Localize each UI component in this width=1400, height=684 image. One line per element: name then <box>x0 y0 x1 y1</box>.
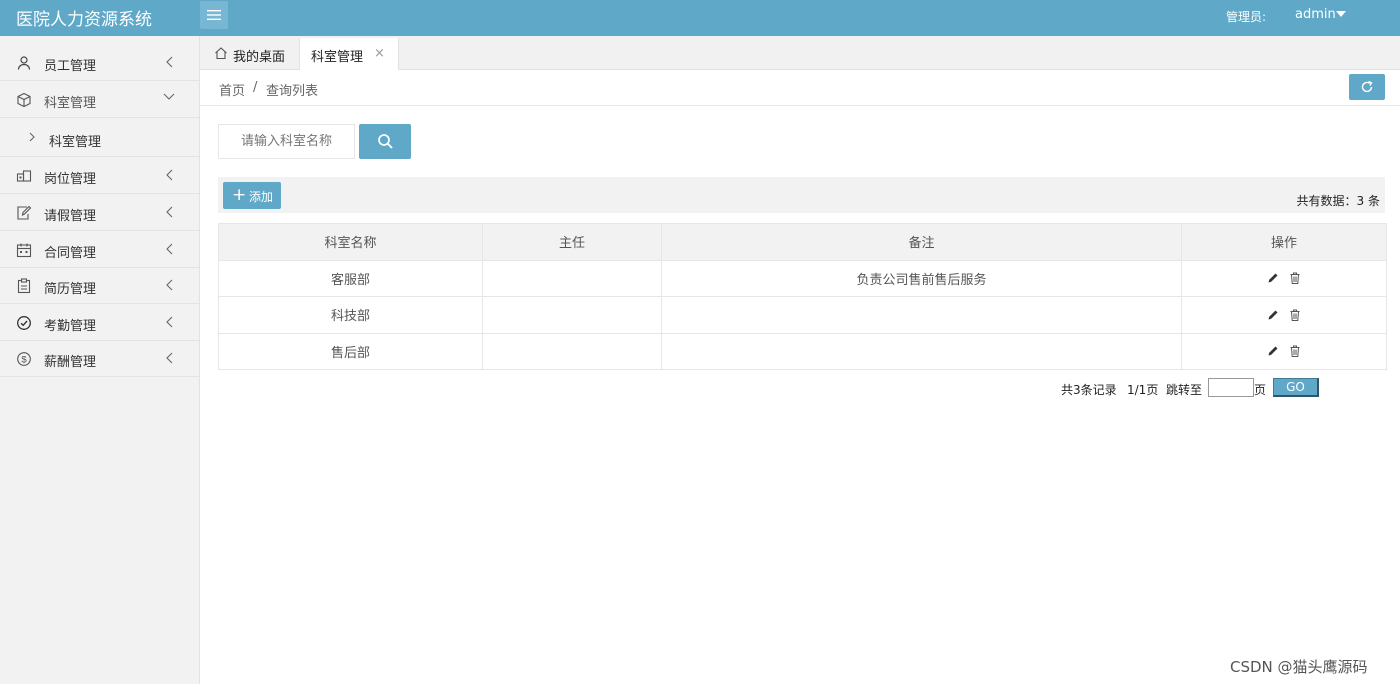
chevron-left-icon <box>166 206 173 218</box>
sidebar-subitem-department[interactable]: 科室管理 <box>0 119 199 157</box>
refresh-button[interactable] <box>1349 74 1385 100</box>
cell-actions <box>1181 332 1387 370</box>
pagination-summary: 共3条记录 <box>1061 383 1117 397</box>
sidebar-item-label: 请假管理 <box>44 209 97 224</box>
calendar-icon <box>16 242 32 258</box>
cell-name: 科技部 <box>218 296 483 334</box>
close-icon[interactable]: × <box>374 46 385 61</box>
chevron-down-icon <box>163 93 175 100</box>
sidebar-item-employee[interactable]: 员工管理 <box>0 45 199 81</box>
sidebar-item-contract[interactable]: 合同管理 <box>0 232 199 268</box>
cell-director <box>482 296 662 334</box>
edit-icon[interactable] <box>1266 271 1280 285</box>
sidebar-item-resume[interactable]: 简历管理 <box>0 268 199 304</box>
cell-name: 客服部 <box>218 259 483 297</box>
breadcrumb-home[interactable]: 首页 <box>219 80 245 99</box>
tab-label: 我的桌面 <box>233 50 286 65</box>
sidebar-item-attendance[interactable]: 考勤管理 <box>0 305 199 341</box>
table-row: 科技部 <box>218 296 1387 334</box>
sidebar-item-department[interactable]: 科室管理 <box>0 82 199 118</box>
column-header-note: 备注 <box>661 223 1182 261</box>
add-button-label: 添加 <box>249 190 274 204</box>
cube-icon <box>16 92 32 108</box>
top-header: 医院人力资源系统 管理员: admin <box>0 0 1400 36</box>
plus-icon: + <box>232 185 247 205</box>
pagination-jump-label: 跳转至 <box>1166 383 1203 397</box>
cell-note <box>661 332 1182 370</box>
sidebar-item-leave[interactable]: 请假管理 <box>0 195 199 231</box>
chevron-left-icon <box>166 352 173 364</box>
column-header-director: 主任 <box>482 223 662 261</box>
chevron-right-icon <box>29 132 35 142</box>
page-jump-input[interactable] <box>1208 378 1254 397</box>
sidebar-item-label: 科室管理 <box>44 96 97 111</box>
column-header-name: 科室名称 <box>218 223 483 261</box>
table-row: 客服部 负责公司售前售后服务 <box>218 259 1387 297</box>
refresh-icon <box>1361 80 1373 93</box>
chevron-left-icon <box>166 243 173 255</box>
sidebar-item-position[interactable]: 岗位管理 <box>0 158 199 194</box>
dollar-circle-icon: $ <box>16 351 32 367</box>
cell-director <box>482 332 662 370</box>
user-icon <box>16 55 32 71</box>
tab-bar: 我的桌面 科室管理 × <box>200 36 1400 70</box>
sidebar-item-label: 员工管理 <box>44 59 97 74</box>
cell-actions <box>1181 259 1387 297</box>
building-icon <box>16 168 32 184</box>
chevron-left-icon <box>166 56 173 68</box>
trash-icon[interactable] <box>1288 344 1302 358</box>
clipboard-icon <box>16 278 32 294</box>
caret-down-icon[interactable] <box>1336 11 1346 17</box>
breadcrumb-current: 查询列表 <box>266 84 319 99</box>
pagination-page-suffix: 页 <box>1254 383 1267 397</box>
cell-note: 负责公司售前售后服务 <box>661 259 1182 297</box>
edit-icon[interactable] <box>1266 308 1280 322</box>
sidebar-item-label: 合同管理 <box>44 246 97 261</box>
cell-director <box>482 259 662 297</box>
column-header-actions: 操作 <box>1181 223 1387 261</box>
cell-name: 售后部 <box>218 332 483 370</box>
table-header-row: 科室名称 主任 备注 操作 <box>218 223 1387 261</box>
chevron-left-icon <box>166 316 173 328</box>
tab-home[interactable]: 我的桌面 <box>200 38 298 70</box>
sidebar-item-label: 岗位管理 <box>44 172 97 187</box>
sidebar-item-salary[interactable]: $ 薪酬管理 <box>0 341 199 377</box>
admin-label: 管理员: <box>1226 10 1267 24</box>
trash-icon[interactable] <box>1288 308 1302 322</box>
table-row: 售后部 <box>218 332 1387 370</box>
sidebar-subitem-label: 科室管理 <box>49 135 102 150</box>
pagination-page-info: 1/1页 <box>1127 383 1159 397</box>
search-icon <box>377 134 393 149</box>
home-icon <box>215 47 227 60</box>
go-button[interactable]: GO <box>1273 378 1319 397</box>
breadcrumb: 首页 / 查询列表 <box>200 70 1400 106</box>
watermark: CSDN @猫头鹰源码 <box>1230 658 1368 676</box>
tab-department[interactable]: 科室管理 × <box>299 38 399 70</box>
admin-user-menu[interactable]: admin <box>1295 7 1336 22</box>
svg-text:$: $ <box>21 355 27 366</box>
hamburger-icon <box>207 10 221 20</box>
chevron-left-icon <box>166 169 173 181</box>
sidebar: 员工管理 科室管理 科室管理 岗位管理 请假管理 合同管理 简历管理 考勤管理 … <box>0 36 200 684</box>
table-toolbar: + 添加 共有数据：3 条 <box>218 177 1385 213</box>
add-button[interactable]: + 添加 <box>223 182 281 209</box>
total-count: 共有数据：3 条 <box>1296 194 1380 208</box>
menu-toggle-button[interactable] <box>200 1 228 29</box>
edit-icon[interactable] <box>1266 344 1280 358</box>
trash-icon[interactable] <box>1288 271 1302 285</box>
cell-actions <box>1181 296 1387 334</box>
cell-note <box>661 296 1182 334</box>
edit-doc-icon <box>16 205 32 221</box>
app-title: 医院人力资源系统 <box>16 10 152 30</box>
sidebar-item-label: 简历管理 <box>44 282 97 297</box>
tab-label: 科室管理 <box>311 50 364 65</box>
department-table: 科室名称 主任 备注 操作 客服部 负责公司售前售后服务 科技部 售后部 <box>218 223 1387 370</box>
chevron-left-icon <box>166 279 173 291</box>
search-button[interactable] <box>359 124 411 159</box>
breadcrumb-separator: / <box>253 80 258 95</box>
sidebar-item-label: 薪酬管理 <box>44 355 97 370</box>
search-input[interactable] <box>218 124 355 159</box>
sidebar-item-label: 考勤管理 <box>44 319 97 334</box>
check-circle-icon <box>16 315 32 331</box>
